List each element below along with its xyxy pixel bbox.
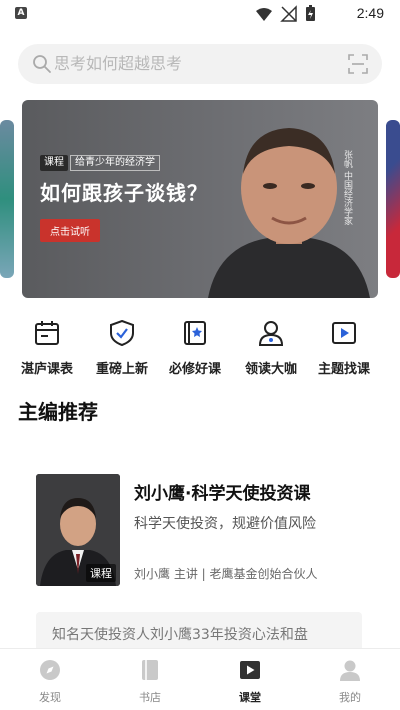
status-icons (256, 5, 315, 22)
scan-icon[interactable] (348, 54, 368, 74)
carousel-next-peek[interactable] (386, 120, 400, 278)
clock: 2:49 (356, 5, 384, 21)
quick-entry-label: 重磅上新 (95, 362, 148, 377)
calendar-icon (35, 321, 59, 345)
quick-entry-label: 主题找课 (317, 362, 370, 377)
nav-tab-label: 课堂 (239, 691, 261, 704)
user-icon (340, 660, 360, 681)
search-placeholder[interactable]: 思考如何超越思考 (54, 54, 182, 74)
course-description: 科学天使投资，规避价值风险 (134, 516, 316, 532)
wifi-icon (256, 8, 272, 21)
search-bar[interactable]: 思考如何超越思考 (18, 44, 382, 84)
star-book-icon (184, 321, 206, 345)
banner-course-tag: 课程 (40, 154, 68, 171)
quick-entry-row: 湛庐课表 重磅上新 必修好课 领读大咖 主题找课 (0, 318, 400, 378)
search-icon (33, 55, 51, 73)
app-screen: A 2:49 思考如何超越思考 张帆 中国经济学家 课程 给青少年的经济学 如何… (0, 0, 400, 710)
quick-entry-required[interactable]: 必修好课 (159, 318, 229, 378)
bottom-nav: 发现 书店 课堂 我的 (0, 648, 400, 710)
promo-banner[interactable]: 张帆 中国经济学家 课程 给青少年的经济学 如何跟孩子谈钱？ 点击试听 (22, 100, 378, 298)
course-title[interactable]: 刘小鹰·科学天使投资课 (134, 479, 310, 504)
quick-entry-label: 必修好课 (168, 362, 221, 377)
nav-tab-bookstore[interactable]: 书店 (100, 649, 200, 710)
battery-icon (306, 5, 315, 21)
banner-vertical-caption: 张帆 中国经济学家 (342, 150, 352, 225)
carousel-prev-peek[interactable] (0, 120, 14, 278)
quick-entry-reader[interactable]: 领读大咖 (235, 318, 305, 378)
person-icon (258, 321, 284, 346)
nav-tab-profile[interactable]: 我的 (300, 649, 400, 710)
banner-tag-row: 课程 给青少年的经济学 (40, 154, 160, 171)
course-cover[interactable]: 课程 (36, 474, 120, 586)
quick-entry-topic[interactable]: 主题找课 (308, 318, 378, 378)
nav-tab-classroom[interactable]: 课堂 (200, 649, 300, 710)
course-cover-tag: 课程 (86, 564, 116, 582)
play-box-icon (332, 322, 356, 344)
banner-headline: 如何跟孩子谈钱？ (40, 181, 208, 205)
section-title: 主编推荐 (18, 400, 98, 424)
quick-entry-schedule[interactable]: 湛庐课表 (11, 318, 81, 378)
app-notification-icon: A (15, 7, 27, 19)
status-bar: A 2:49 (0, 0, 400, 28)
compass-icon (40, 660, 60, 680)
quick-entry-label: 领读大咖 (244, 362, 297, 377)
shield-check-icon (110, 320, 134, 346)
nav-tab-label: 我的 (339, 691, 361, 704)
book-icon (142, 660, 158, 680)
nav-tab-label: 发现 (39, 691, 61, 704)
quick-entry-new[interactable]: 重磅上新 (86, 318, 156, 378)
nav-tab-label: 书店 (139, 691, 161, 704)
signal-icon (280, 5, 297, 22)
quick-entry-label: 湛庐课表 (20, 362, 73, 377)
nav-tab-discover[interactable]: 发现 (0, 649, 100, 710)
course-meta: 刘小鹰 主讲 | 老鹰基金创始合伙人 (134, 567, 318, 581)
listen-button[interactable]: 点击试听 (40, 219, 100, 242)
play-icon (240, 661, 260, 679)
banner-subtitle: 给青少年的经济学 (70, 154, 160, 171)
course-quote: 知名天使投资人刘小鹰33年投资心法和盘 (52, 627, 308, 643)
